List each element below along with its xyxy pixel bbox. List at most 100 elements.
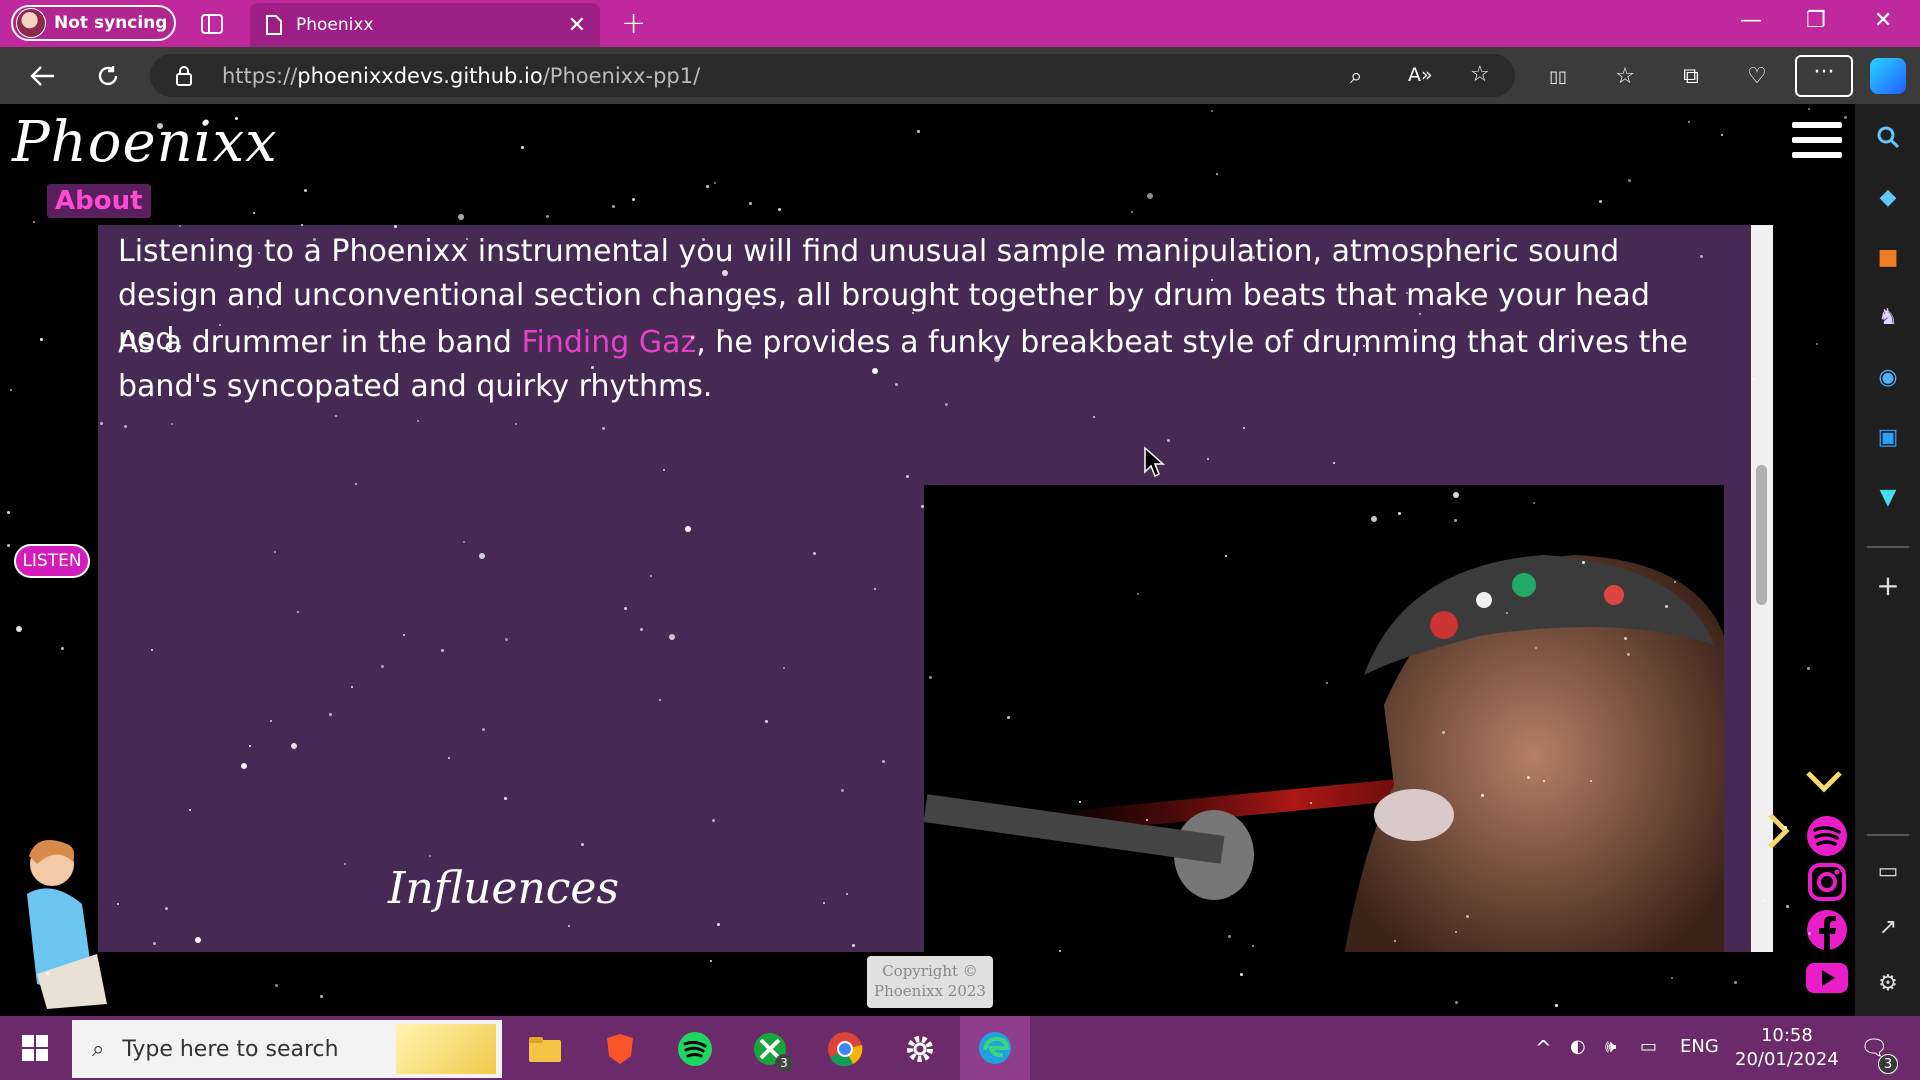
- sidebar-settings-icon[interactable]: ⚙: [1873, 968, 1903, 998]
- background-star: [1398, 512, 1401, 515]
- minimize-icon[interactable]: —: [1740, 8, 1762, 33]
- add-icon[interactable]: +: [1873, 569, 1903, 602]
- url-text[interactable]: https://phoenixxdevs.github.io/Phoenixx-…: [222, 64, 700, 88]
- split-screen-icon[interactable]: ▯▯: [1543, 61, 1573, 91]
- background-star: [874, 588, 876, 590]
- settings-more-icon[interactable]: ···: [1795, 55, 1853, 97]
- close-window-icon[interactable]: ✕: [1874, 8, 1892, 33]
- hide-sidebar-icon[interactable]: ▭: [1873, 856, 1903, 886]
- background-star: [1059, 950, 1061, 952]
- outlook-icon[interactable]: ▣: [1873, 422, 1903, 452]
- copilot-icon[interactable]: [1870, 58, 1906, 94]
- taskbar-clock[interactable]: 10:58 20/01/2024: [1735, 1024, 1839, 1072]
- expand-chevron-icon[interactable]: [1765, 811, 1791, 851]
- listen-button[interactable]: LISTEN: [14, 544, 90, 578]
- background-star: [663, 469, 665, 471]
- tab-actions-icon[interactable]: [198, 10, 226, 38]
- background-star: [1671, 977, 1673, 979]
- open-external-icon[interactable]: ↗: [1873, 912, 1903, 942]
- background-star: [521, 146, 524, 149]
- site-logo[interactable]: Phoenixx: [12, 110, 278, 175]
- profile-avatar: [16, 8, 46, 38]
- youtube-icon[interactable]: [1805, 956, 1849, 1000]
- background-star: [515, 423, 517, 425]
- address-bar[interactable]: https://phoenixxdevs.github.io/Phoenixx-…: [150, 54, 1515, 97]
- background-star: [165, 907, 168, 910]
- background-star: [852, 944, 855, 947]
- background-star: [1252, 256, 1255, 259]
- background-star: [1807, 667, 1810, 670]
- tools-icon[interactable]: ■: [1873, 242, 1903, 272]
- windows-start-icon[interactable]: [10, 1023, 60, 1073]
- instagram-icon[interactable]: [1805, 860, 1849, 904]
- background-star: [1455, 931, 1457, 933]
- drop-icon[interactable]: ▼: [1873, 482, 1903, 512]
- cartoon-character: [27, 840, 107, 1009]
- back-icon[interactable]: [27, 61, 57, 91]
- restore-icon[interactable]: ❐: [1806, 8, 1826, 33]
- settings-gear-icon[interactable]: [895, 1024, 945, 1074]
- copyright-notice: Copyright © Phoenixx 2023: [867, 956, 993, 1008]
- read-aloud-icon[interactable]: A»: [1408, 64, 1433, 86]
- scroll-down-chevron-icon[interactable]: [1804, 767, 1844, 797]
- background-star: [7, 544, 10, 547]
- background-star: [1481, 794, 1484, 797]
- spotify-icon[interactable]: [1805, 814, 1849, 858]
- background-star: [297, 611, 299, 613]
- background-star: [712, 819, 715, 822]
- volume-icon[interactable]: 🕪: [1605, 1036, 1616, 1057]
- favorites-icon[interactable]: ☆: [1610, 61, 1640, 91]
- show-hidden-icons-chevron[interactable]: ^: [1535, 1036, 1552, 1060]
- background-star: [1784, 826, 1787, 829]
- brave-icon[interactable]: [595, 1024, 645, 1074]
- hamburger-menu-icon[interactable]: [1792, 122, 1842, 167]
- background-star: [710, 960, 712, 962]
- taskbar-search-placeholder[interactable]: Type here to search: [122, 1037, 338, 1062]
- network-icon[interactable]: ▭: [1640, 1036, 1657, 1057]
- background-star: [1455, 1001, 1458, 1004]
- profile-button[interactable]: Not syncing: [11, 5, 176, 41]
- background-star: [659, 699, 661, 701]
- background-star: [417, 420, 419, 422]
- lock-icon[interactable]: [176, 66, 192, 90]
- background-star: [1371, 516, 1377, 522]
- games-icon[interactable]: ♞: [1873, 302, 1903, 332]
- background-star: [1240, 973, 1243, 976]
- tab-phoenixx[interactable]: Phoenixx ✕: [250, 3, 600, 47]
- office-icon[interactable]: ◉: [1873, 362, 1903, 392]
- scrollbar-thumb[interactable]: [1756, 465, 1767, 605]
- collections-icon[interactable]: ⧉: [1676, 61, 1706, 91]
- refresh-icon[interactable]: [93, 61, 123, 91]
- file-explorer-icon[interactable]: [520, 1024, 570, 1074]
- browser-titlebar: Not syncing Phoenixx ✕ + — ❐ ✕: [0, 0, 1920, 47]
- background-star: [1007, 716, 1010, 719]
- background-star: [335, 415, 337, 417]
- background-star: [1674, 581, 1676, 583]
- windows-taskbar: ⌕ Type here to search 3 ^ ◐ 🕪 ▭ ENG 10:5…: [0, 1016, 1920, 1080]
- background-star: [1353, 353, 1356, 356]
- chrome-icon[interactable]: [820, 1024, 870, 1074]
- background-star: [1816, 343, 1818, 345]
- edge-taskbar-icon[interactable]: [960, 1016, 1030, 1080]
- close-tab-icon[interactable]: ✕: [568, 13, 586, 38]
- browser-essentials-icon[interactable]: ♡: [1742, 61, 1772, 91]
- section-badge: About: [47, 184, 151, 218]
- background-star: [581, 843, 584, 846]
- background-star: [1590, 780, 1592, 782]
- search-icon[interactable]: [1873, 122, 1903, 152]
- favorite-star-icon[interactable]: ☆: [1470, 62, 1490, 87]
- background-star: [717, 923, 720, 926]
- background-star: [398, 350, 401, 353]
- spotify-taskbar-icon[interactable]: [670, 1024, 720, 1074]
- facebook-icon[interactable]: [1805, 908, 1849, 952]
- language-indicator[interactable]: ENG: [1680, 1036, 1719, 1057]
- taskbar-search-box[interactable]: ⌕ Type here to search: [72, 1020, 502, 1078]
- steam-icon[interactable]: ◐: [1570, 1036, 1586, 1057]
- background-star: [669, 634, 675, 640]
- xbox-icon[interactable]: 3: [745, 1024, 795, 1074]
- mouse-cursor-icon: [1144, 446, 1165, 478]
- zoom-icon[interactable]: ⌕: [1350, 64, 1362, 89]
- finding-gaz-link[interactable]: Finding Gaz: [521, 325, 696, 360]
- shopping-tag-icon[interactable]: ◆: [1873, 182, 1903, 212]
- new-tab-button[interactable]: +: [621, 6, 646, 41]
